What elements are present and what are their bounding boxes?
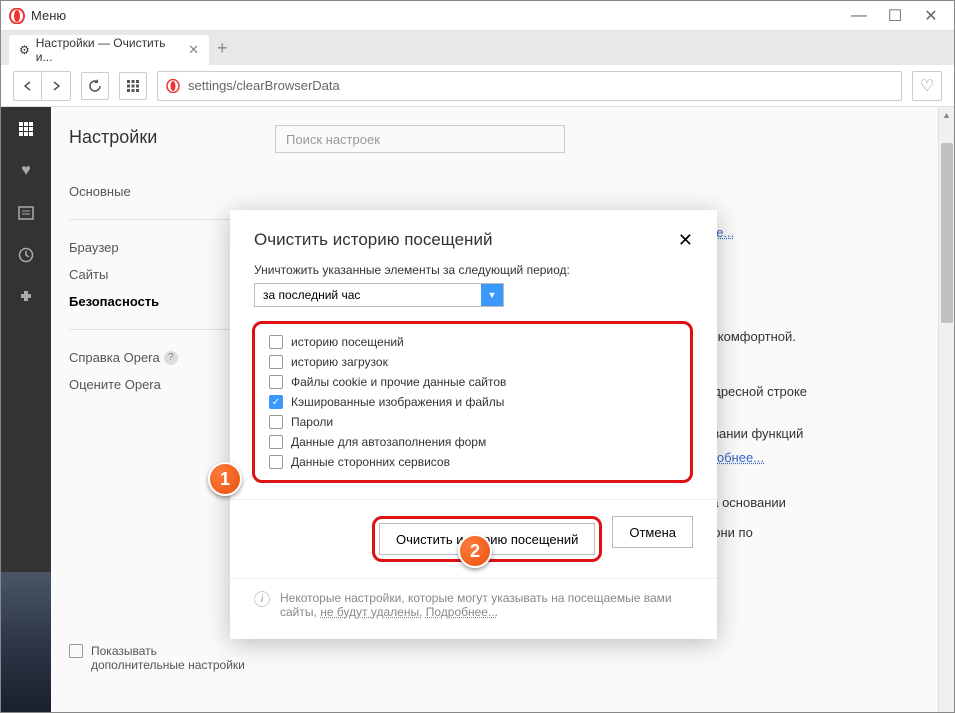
- sidebar-item-security[interactable]: Безопасность: [69, 288, 233, 315]
- nav-arrows: [13, 71, 71, 101]
- settings-sidebar: Настройки Основные Браузер Сайты Безопас…: [51, 107, 251, 712]
- tab-title: Настройки — Очистить и...: [36, 36, 178, 64]
- checkbox-cache[interactable]: ✓: [269, 395, 283, 409]
- callout-2: 2: [458, 534, 492, 568]
- menu-button[interactable]: Меню: [9, 8, 66, 24]
- settings-title: Настройки: [69, 127, 233, 148]
- time-range-value: за последний час: [255, 284, 481, 306]
- speed-dial-button[interactable]: [119, 72, 147, 100]
- back-button[interactable]: [14, 72, 42, 100]
- bookmark-button[interactable]: ♡: [912, 71, 942, 101]
- extensions-rail-icon[interactable]: [16, 287, 36, 307]
- info-text: Некоторые настройки, которые могут указы…: [280, 591, 693, 619]
- sidebar-item-basic[interactable]: Основные: [69, 178, 233, 205]
- settings-search[interactable]: Поиск настроек: [275, 125, 565, 153]
- chevron-down-icon: ▼: [481, 284, 503, 306]
- scroll-thumb[interactable]: [941, 143, 953, 323]
- address-bar[interactable]: settings/clearBrowserData: [157, 71, 902, 101]
- time-range-select[interactable]: за последний час ▼: [254, 283, 504, 307]
- checkbox-autofill[interactable]: [269, 435, 283, 449]
- checkbox-thirdparty[interactable]: [269, 455, 283, 469]
- new-tab-button[interactable]: +: [217, 38, 228, 59]
- opera-icon: [9, 8, 25, 24]
- show-advanced-checkbox[interactable]: [69, 644, 83, 658]
- show-advanced-label: Показывать дополнительные настройки: [91, 644, 251, 672]
- gear-icon: ⚙: [19, 43, 30, 57]
- scrollbar[interactable]: ▲: [938, 107, 954, 712]
- options-group: историю посещений историю загрузок Файлы…: [252, 321, 693, 483]
- sidebar-item-sites[interactable]: Сайты: [69, 261, 233, 288]
- checkbox-downloads[interactable]: [269, 355, 283, 369]
- rail-wallpaper: [1, 572, 51, 712]
- active-tab[interactable]: ⚙ Настройки — Очистить и... ✕: [9, 35, 209, 65]
- checkbox-history[interactable]: [269, 335, 283, 349]
- maximize-button[interactable]: ☐: [886, 7, 904, 25]
- scroll-up[interactable]: ▲: [939, 107, 954, 123]
- minimize-button[interactable]: —: [850, 7, 868, 25]
- window-controls: — ☐ ✕: [850, 7, 940, 25]
- show-advanced-row: Показывать дополнительные настройки: [69, 644, 251, 672]
- opera-icon: [166, 79, 180, 93]
- close-tab-button[interactable]: ✕: [188, 42, 199, 58]
- reload-button[interactable]: [81, 72, 109, 100]
- not-deleted-link[interactable]: не будут удалены.: [320, 605, 422, 619]
- url-text: settings/clearBrowserData: [188, 78, 340, 93]
- left-rail: ♥: [1, 107, 51, 712]
- clear-data-modal: Очистить историю посещений ✕ Уничтожить …: [230, 210, 717, 639]
- tab-bar: ⚙ Настройки — Очистить и... ✕ +: [1, 31, 954, 65]
- forward-button[interactable]: [42, 72, 70, 100]
- nav-bar: settings/clearBrowserData ♡: [1, 65, 954, 107]
- history-rail-icon[interactable]: [16, 245, 36, 265]
- modal-title: Очистить историю посещений: [254, 230, 492, 250]
- close-window-button[interactable]: ✕: [922, 7, 940, 25]
- sidebar-item-rate[interactable]: Оцените Opera: [69, 371, 233, 398]
- cancel-button[interactable]: Отмена: [612, 516, 693, 548]
- period-label: Уничтожить указанные элементы за следующ…: [254, 263, 693, 277]
- sidebar-item-browser[interactable]: Браузер: [69, 234, 233, 261]
- bookmarks-rail-icon[interactable]: ♥: [16, 161, 36, 181]
- speed-dial-rail-icon[interactable]: [16, 119, 36, 139]
- help-icon: ?: [164, 351, 178, 365]
- checkbox-cookies[interactable]: [269, 375, 283, 389]
- title-bar: Меню — ☐ ✕: [1, 1, 954, 31]
- news-rail-icon[interactable]: [16, 203, 36, 223]
- menu-label: Меню: [31, 8, 66, 23]
- modal-close-button[interactable]: ✕: [678, 230, 693, 251]
- callout-1: 1: [208, 462, 242, 496]
- info-more-link[interactable]: Подробнее...: [426, 605, 498, 619]
- info-icon: i: [254, 591, 270, 607]
- checkbox-passwords[interactable]: [269, 415, 283, 429]
- sidebar-item-help[interactable]: Справка Opera?: [69, 344, 233, 371]
